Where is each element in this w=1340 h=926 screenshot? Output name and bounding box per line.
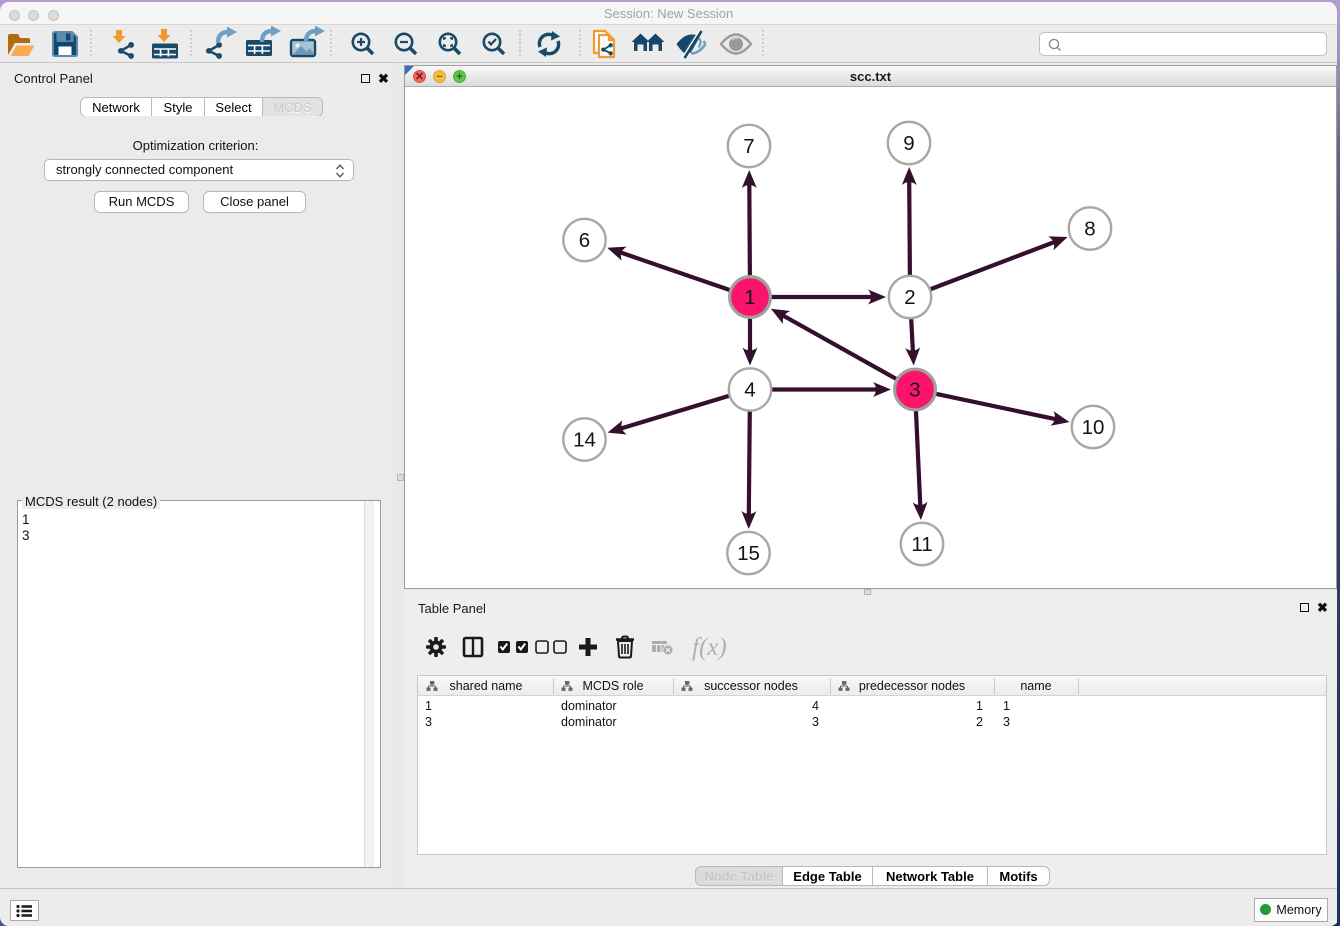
svg-text:f(x): f(x): [692, 634, 727, 661]
svg-text:6: 6: [579, 229, 590, 252]
svg-text:11: 11: [911, 533, 932, 556]
svg-text:3: 3: [909, 379, 920, 402]
svg-text:7: 7: [743, 135, 754, 158]
svg-text:15: 15: [737, 542, 760, 565]
svg-text:4: 4: [744, 379, 755, 402]
svg-text:8: 8: [1084, 218, 1095, 241]
svg-text:1: 1: [744, 286, 755, 309]
svg-text:14: 14: [573, 429, 596, 452]
svg-text:10: 10: [1082, 416, 1105, 439]
svg-text:2: 2: [904, 286, 915, 309]
svg-text:9: 9: [903, 132, 914, 155]
